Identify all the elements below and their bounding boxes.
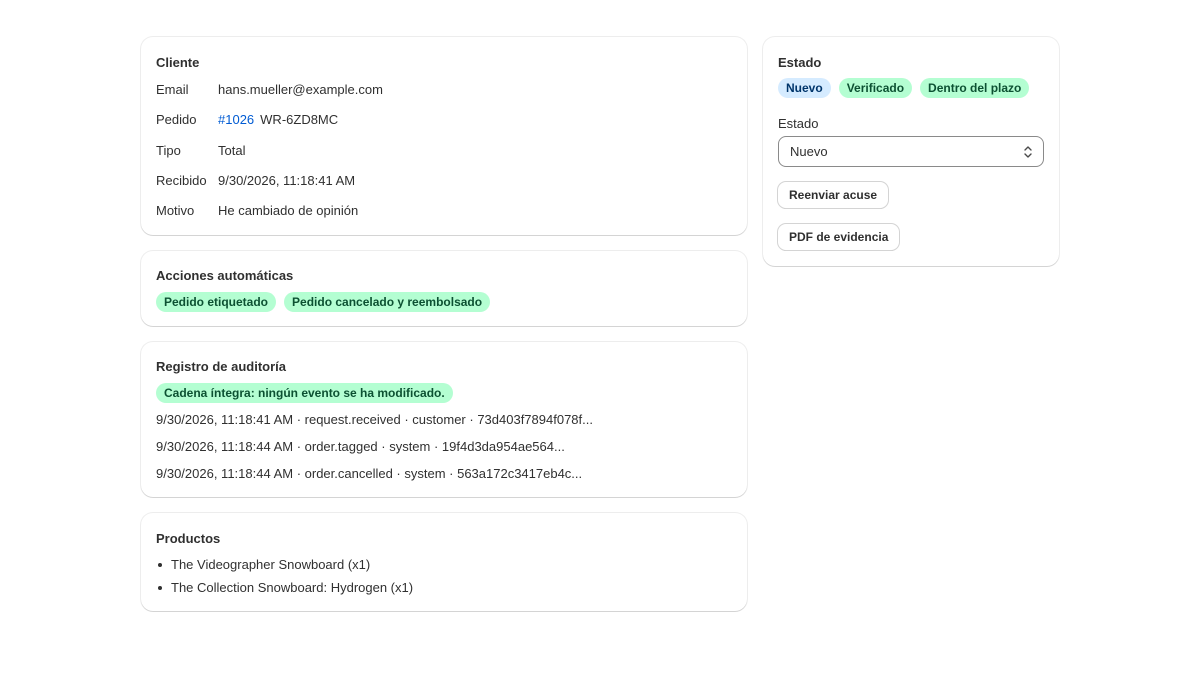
product-name: The Videographer Snowboard (x1) bbox=[171, 557, 371, 572]
status-select-value: Nuevo bbox=[790, 144, 828, 159]
audit-badges: Cadena íntegra: ningún evento se ha modi… bbox=[156, 383, 453, 403]
product-name: The Collection Snowboard: Hydrogen (x1) bbox=[171, 580, 414, 595]
type-label: Tipo bbox=[156, 143, 181, 158]
product-item: The Collection Snowboard: Hydrogen (x1) bbox=[156, 580, 413, 596]
bullet-icon bbox=[158, 586, 162, 590]
products-card: Productos The Videographer Snowboard (x1… bbox=[141, 513, 747, 611]
audit-card: Registro de auditoría Cadena íntegra: ni… bbox=[141, 342, 747, 497]
email-label: Email bbox=[156, 82, 189, 97]
product-item: The Videographer Snowboard (x1) bbox=[156, 557, 413, 573]
tagged-badge: Pedido etiquetado bbox=[156, 292, 277, 312]
audit-event: 9/30/2026, 11:18:44 AM · order.cancelled… bbox=[156, 466, 583, 481]
order-code: WR-6ZD8MC bbox=[260, 112, 339, 127]
new-badge: Nuevo bbox=[778, 78, 831, 98]
within-deadline-badge: Dentro del plazo bbox=[920, 78, 1030, 98]
status-card: Estado Nuevo Verificado Dentro del plazo… bbox=[763, 37, 1059, 266]
status-select-label: Estado bbox=[778, 116, 819, 131]
type-value: Total bbox=[218, 143, 246, 158]
status-title: Estado bbox=[778, 55, 822, 70]
auto-actions-badges: Pedido etiquetado Pedido cancelado y ree… bbox=[156, 292, 491, 312]
received-label: Recibido bbox=[156, 173, 207, 188]
audit-title: Registro de auditoría bbox=[156, 359, 287, 374]
order-row: Pedido #1026 WR-6ZD8MC bbox=[156, 112, 338, 128]
reason-row: Motivo He cambiado de opinión bbox=[156, 203, 358, 219]
received-row: Recibido 9/30/2026, 11:18:41 AM bbox=[156, 173, 355, 189]
bullet-icon bbox=[158, 563, 162, 567]
reason-label: Motivo bbox=[156, 203, 195, 218]
customer-card: Cliente Email hans.mueller@example.com P… bbox=[141, 37, 747, 235]
order-label: Pedido bbox=[156, 112, 197, 127]
chevron-up-down-icon bbox=[1024, 146, 1032, 158]
received-value: 9/30/2026, 11:18:41 AM bbox=[218, 173, 356, 188]
reason-value: He cambiado de opinión bbox=[218, 203, 359, 218]
email-value: hans.mueller@example.com bbox=[218, 82, 383, 97]
auto-actions-card: Acciones automáticas Pedido etiquetado P… bbox=[141, 251, 747, 326]
customer-card-title: Cliente bbox=[156, 55, 200, 70]
products-list: The Videographer Snowboard (x1) The Coll… bbox=[156, 557, 413, 603]
audit-event: 9/30/2026, 11:18:44 AM · order.tagged · … bbox=[156, 439, 565, 454]
cancelled-refunded-badge: Pedido cancelado y reembolsado bbox=[284, 292, 491, 312]
status-badges: Nuevo Verificado Dentro del plazo bbox=[778, 78, 1030, 98]
auto-actions-title: Acciones automáticas bbox=[156, 268, 294, 283]
type-row: Tipo Total bbox=[156, 143, 245, 159]
resend-acknowledgement-button[interactable]: Reenviar acuse bbox=[778, 182, 889, 208]
email-row: Email hans.mueller@example.com bbox=[156, 82, 383, 98]
audit-event: 9/30/2026, 11:18:41 AM · request.receive… bbox=[156, 412, 593, 427]
status-select[interactable]: Nuevo bbox=[778, 136, 1044, 167]
order-link[interactable]: #1026 bbox=[218, 112, 254, 128]
products-title: Productos bbox=[156, 531, 221, 546]
verified-badge: Verificado bbox=[838, 78, 913, 98]
evidence-pdf-button[interactable]: PDF de evidencia bbox=[778, 224, 900, 250]
integrity-badge: Cadena íntegra: ningún evento se ha modi… bbox=[156, 383, 453, 403]
